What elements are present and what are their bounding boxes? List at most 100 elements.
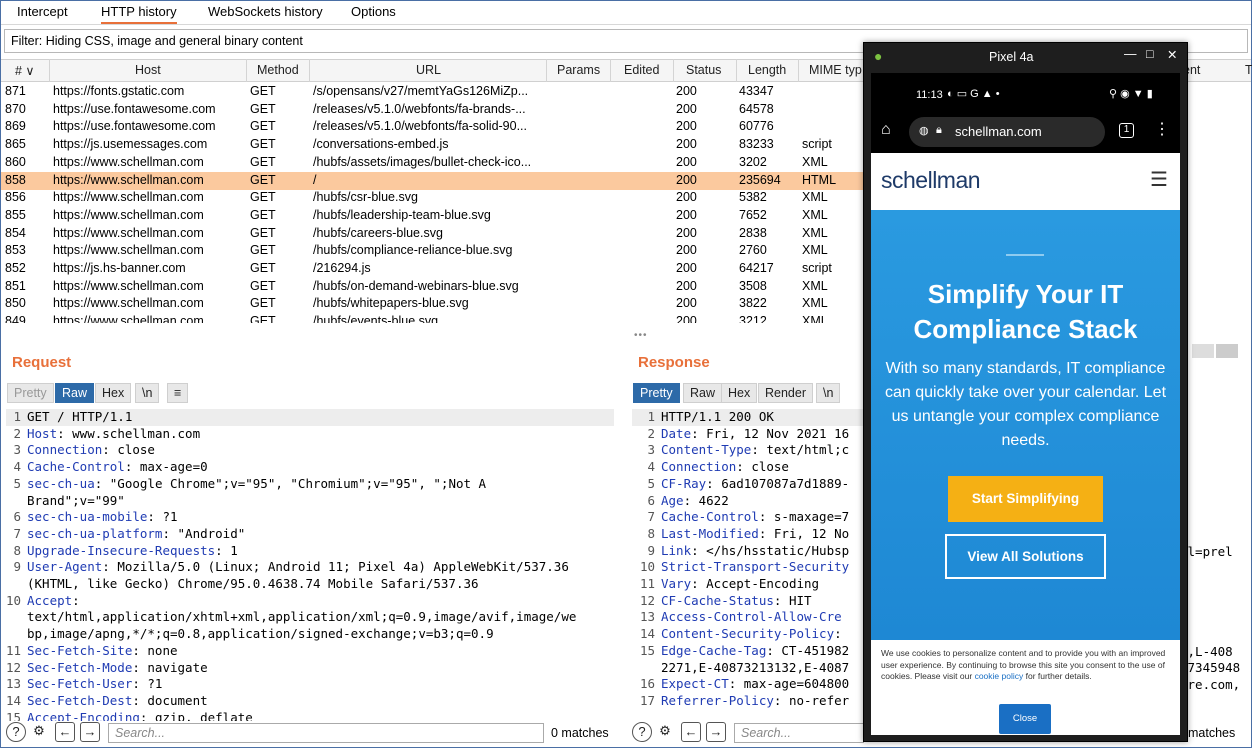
col-number[interactable]: # ∨ — [15, 63, 35, 78]
cell-host: https://www.schellman.com — [53, 207, 204, 222]
response-search-input[interactable]: Search... — [734, 723, 864, 743]
col-mime[interactable]: MIME typ — [809, 63, 862, 77]
table-row[interactable]: 871 https://fonts.gstatic.com GET/s/opensa… — [1, 83, 871, 101]
start-simplifying-button[interactable]: Start Simplifying — [948, 476, 1103, 522]
code-line: Access-Control-Allow-Cre — [661, 609, 842, 625]
table-row[interactable]: 853 https://www.schellman.com GET/hubfs/co… — [1, 242, 871, 260]
table-row[interactable]: 858 https://www.schellman.com GET / 200 23569… — [1, 171, 871, 190]
cell-mime: XML — [802, 278, 828, 293]
table-row[interactable]: 851 https://www.schellman.com GET/hubfs/on… — [1, 278, 871, 296]
request-search-input[interactable]: Search... — [108, 723, 544, 743]
site-info-icon[interactable]: ◍ — [919, 124, 929, 137]
more-menu-icon[interactable]: ⋮ — [1154, 119, 1170, 139]
cell-status: 200 — [676, 296, 697, 311]
help-icon[interactable]: ? — [6, 722, 26, 742]
table-row[interactable]: 849 https://www.schellman.com GET/hubfs/ev… — [1, 313, 871, 323]
view-all-solutions-button[interactable]: View All Solutions — [945, 534, 1106, 579]
col-edited[interactable]: Edited — [624, 63, 659, 77]
response-hex-button[interactable]: Hex — [721, 383, 758, 403]
request-menu-icon[interactable]: ≡ — [167, 383, 189, 403]
next-arrow-icon[interactable]: → — [706, 722, 726, 742]
cell-method: GET — [250, 137, 276, 152]
maximize-icon[interactable]: □ — [1146, 47, 1154, 61]
response-editor[interactable]: 1 HTTP/1.1 200 OK 2 Date: Fri, 12 Nov 2021 … — [632, 409, 868, 721]
response-render-button[interactable]: Render — [758, 383, 813, 403]
cell-mime: XML — [802, 243, 828, 258]
cell-method: GET — [250, 314, 276, 323]
pane-divider-handle[interactable]: ••• — [634, 330, 648, 341]
table-row[interactable]: 856 https://www.schellman.com GET/hubfs/cs… — [1, 189, 871, 207]
cell-n: 870 — [5, 101, 26, 116]
tab-intercept[interactable]: Intercept — [17, 4, 68, 24]
request-raw-button[interactable]: Raw — [55, 383, 95, 403]
home-icon[interactable]: ⌂ — [881, 121, 891, 139]
response-pretty-button[interactable]: Pretty — [633, 383, 680, 403]
cell-url: / — [313, 172, 317, 187]
cell-url: /hubfs/leadership-team-blue.svg — [313, 207, 491, 222]
cell-host: https://use.fontawesome.com — [53, 101, 216, 116]
request-pretty-button[interactable]: Pretty — [7, 383, 54, 403]
line-number: 6 — [13, 509, 21, 525]
col-title[interactable]: T — [1245, 63, 1252, 77]
cell-method: GET — [250, 261, 276, 275]
help-icon[interactable]: ? — [632, 722, 652, 742]
cell-method: GET — [250, 119, 276, 134]
prev-arrow-icon[interactable]: ← — [681, 722, 701, 742]
cell-mime: XML — [802, 207, 828, 222]
response-raw-button[interactable]: Raw — [683, 383, 723, 403]
tab-options[interactable]: Options — [351, 4, 396, 24]
code-line: Edge-Cache-Tag: CT-451982 — [661, 642, 850, 658]
request-editor[interactable]: 1 GET / HTTP/1.1 2 Host: www.schellman.com 3… — [6, 409, 614, 721]
prev-arrow-icon[interactable]: ← — [55, 722, 75, 742]
cell-mime: XML — [802, 314, 828, 323]
line-number: 11 — [6, 642, 22, 658]
hero-text-line-1: With so many standards, IT compliance — [885, 360, 1166, 377]
col-method[interactable]: Method — [257, 63, 299, 77]
col-params[interactable]: Params — [557, 63, 600, 77]
layout-single-icon[interactable] — [1216, 344, 1238, 358]
layout-split-icon[interactable] — [1192, 344, 1214, 358]
cell-url: /releases/v5.1.0/webfonts/fa-solid-90... — [313, 119, 528, 134]
cell-length: 3508 — [739, 278, 767, 293]
request-hex-button[interactable]: Hex — [95, 383, 132, 403]
tab-websockets-history[interactable]: WebSockets history — [208, 4, 323, 24]
cell-method: GET — [250, 296, 276, 311]
address-bar[interactable]: ◍ 🔒︎ schellman.com — [909, 117, 1105, 147]
line-number: 3 — [647, 442, 655, 458]
cell-url: /s/opensans/v27/memtYaGs126MiZp... — [313, 84, 529, 98]
schellman-logo[interactable]: schellman — [881, 167, 981, 194]
table-row[interactable]: 855 https://www.schellman.com GET/hubfs/le… — [1, 207, 871, 225]
status-notification-icons: ◐ ▭ G ▲ • — [947, 88, 1000, 100]
cookie-policy-link[interactable]: cookie policy — [975, 671, 1024, 681]
cookie-close-button[interactable]: Close — [999, 704, 1051, 734]
tab-count[interactable]: 1 — [1119, 123, 1134, 138]
website-viewport: schellman ☰ Simplify Your IT Compliance … — [871, 153, 1180, 735]
table-row[interactable]: 854 https://www.schellman.com GET/hubfs/ca… — [1, 225, 871, 243]
cell-length: 235694 — [739, 172, 781, 187]
code-line: Expect-CT: max-age=604800 — [661, 676, 850, 692]
table-row[interactable]: 869 https://use.fontawesome.com GET/releas… — [1, 118, 871, 136]
request-newline-button[interactable]: \n — [135, 383, 160, 403]
next-arrow-icon[interactable]: → — [80, 722, 100, 742]
line-number: 10 — [6, 592, 22, 608]
cell-method: GET — [250, 207, 276, 222]
col-length[interactable]: Length — [748, 63, 786, 77]
code-line: Sec-Fetch-Dest: document — [27, 692, 208, 708]
table-row[interactable]: 865 https://js.usemessages.com GET/convers… — [1, 136, 871, 154]
close-icon[interactable]: ✕ — [1167, 47, 1177, 62]
cell-url: /hubfs/events-blue.svg — [313, 314, 439, 323]
minimize-icon[interactable]: — — [1124, 47, 1137, 61]
col-host[interactable]: Host — [135, 63, 161, 77]
col-url[interactable]: URL — [416, 63, 441, 77]
tab-http-history[interactable]: HTTP history — [101, 4, 177, 24]
hamburger-menu-icon[interactable]: ☰ — [1150, 167, 1168, 192]
table-row[interactable]: 870 https://use.fontawesome.com GET/releas… — [1, 101, 871, 119]
table-row[interactable]: 850 https://www.schellman.com GET/hubfs/wh… — [1, 295, 871, 313]
gear-icon[interactable]: ⚙ — [655, 722, 675, 742]
gear-icon[interactable]: ⚙ — [29, 722, 49, 742]
table-row[interactable]: 860 https://www.schellman.com GET/hubfs/as… — [1, 154, 871, 172]
code-line: Cache-Control: s-maxage=7 — [661, 509, 850, 525]
response-newline-button[interactable]: \n — [816, 383, 841, 403]
col-status[interactable]: Status — [686, 63, 721, 77]
table-row[interactable]: 852 https://js.hs-banner.com GET/216294.js… — [1, 260, 871, 278]
